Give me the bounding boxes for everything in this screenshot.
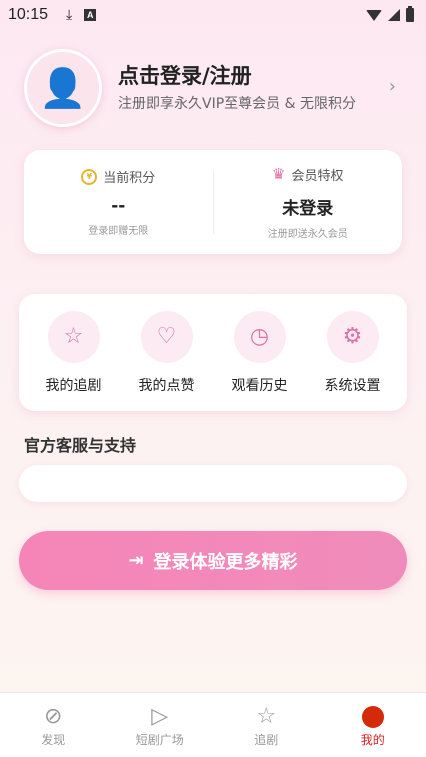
nav-label: 发现 <box>41 732 66 747</box>
quick-action-label: 观看历史 <box>231 377 288 394</box>
status-indicators <box>366 6 414 22</box>
wifi-icon <box>366 9 382 21</box>
status-time: 10:15 <box>8 6 49 23</box>
membership-value: 未登录 <box>282 198 334 219</box>
membership-note: 注册即送永久会员 <box>267 228 348 240</box>
profile-info: 点击登录/注册 注册即享永久VIP至尊会员 & 无限积分 <box>118 62 368 115</box>
profile-header[interactable]: 👤 点击登录/注册 注册即享永久VIP至尊会员 & 无限积分 › <box>24 48 404 128</box>
nav-item-discover[interactable]: ⊘ 发现 <box>8 703 98 748</box>
user-avatar-icon: 👤 <box>39 65 87 110</box>
star-icon: ☆ <box>47 310 100 363</box>
quick-action-label: 系统设置 <box>324 377 381 394</box>
bottom-nav: ⊘ 发现 ▷ 短剧广场 ☆ 追剧 我的 <box>0 692 426 757</box>
quick-action-my-dramas[interactable]: ☆ 我的追剧 <box>34 310 114 395</box>
login-icon: ⇥ <box>128 550 144 571</box>
download-icon: ⤓ <box>66 7 73 23</box>
crown-icon: ♛ <box>272 165 286 183</box>
nav-label: 短剧广场 <box>135 732 184 747</box>
nav-label: 我的 <box>360 732 385 747</box>
clock-icon: ◷ <box>233 310 286 363</box>
login-register-title[interactable]: 点击登录/注册 <box>118 62 368 90</box>
chevron-right-icon[interactable]: › <box>389 76 396 97</box>
quick-action-label: 我的追剧 <box>45 377 102 394</box>
quick-action-settings[interactable]: ⚙ 系统设置 <box>313 310 393 395</box>
signal-icon <box>388 9 400 21</box>
coin-icon: ¥ <box>81 168 98 185</box>
avatar[interactable]: 👤 <box>24 49 102 127</box>
quick-actions-card: ☆ 我的追剧 ♡ 我的点赞 ◷ 观看历史 ⚙ 系统设置 <box>19 294 407 411</box>
battery-icon <box>406 6 414 22</box>
login-button[interactable]: ⇥ 登录体验更多精彩 <box>19 531 407 590</box>
status-bar: 10:15 ⤓ A <box>0 0 426 30</box>
support-section-title: 官方客服与支持 <box>24 436 137 455</box>
heart-icon: ♡ <box>140 310 193 363</box>
login-button-label: 登录体验更多精彩 <box>153 551 298 573</box>
star-icon: ☆ <box>256 703 277 729</box>
compass-icon: ⊘ <box>44 703 63 729</box>
stats-card: ¥ 当前积分 -- 登录即赠无限 ♛ 会员特权 未登录 注册即送永久会员 <box>24 150 402 254</box>
points-value: -- <box>111 196 126 216</box>
quick-action-history[interactable]: ◷ 观看历史 <box>220 310 300 395</box>
gear-icon: ⚙ <box>326 310 379 363</box>
nav-label: 追剧 <box>254 732 279 747</box>
nav-item-follow[interactable]: ☆ 追剧 <box>221 703 311 748</box>
profile-dot-icon <box>361 705 384 728</box>
points-stat[interactable]: ¥ 当前积分 -- 登录即赠无限 <box>24 167 213 237</box>
play-icon: ▷ <box>151 703 169 729</box>
app-notification-icon: A <box>84 9 97 21</box>
points-note: 登录即赠无限 <box>88 226 149 237</box>
nav-item-short-drama[interactable]: ▷ 短剧广场 <box>115 703 205 748</box>
quick-action-label: 我的点赞 <box>138 377 195 394</box>
membership-label: 会员特权 <box>291 168 344 184</box>
points-label: 当前积分 <box>103 171 156 186</box>
nav-item-mine[interactable]: 我的 <box>328 703 418 748</box>
membership-stat[interactable]: ♛ 会员特权 未登录 注册即送永久会员 <box>214 165 403 240</box>
profile-subtitle: 注册即享永久VIP至尊会员 & 无限积分 <box>118 95 356 112</box>
quick-action-my-likes[interactable]: ♡ 我的点赞 <box>127 310 207 395</box>
support-bar[interactable] <box>19 465 407 502</box>
